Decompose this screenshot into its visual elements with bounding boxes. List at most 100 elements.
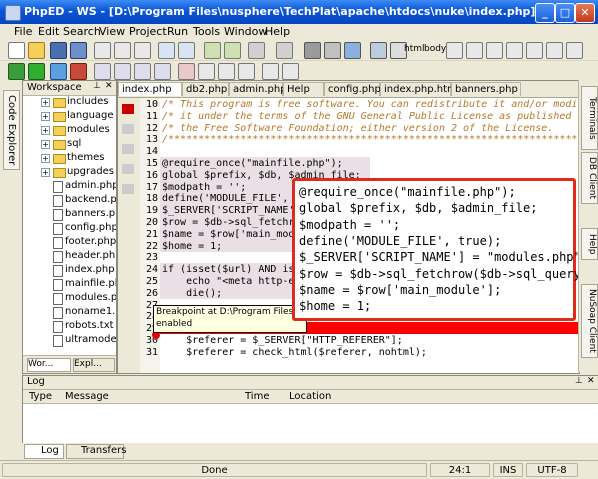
editor-tab[interactable]: index.php: [118, 82, 182, 96]
code-line[interactable]: $referer = $_SERVER["HTTP_REFERER"];: [162, 335, 403, 346]
workspace-item[interactable]: index.php: [23, 264, 116, 277]
code-explorer-tab[interactable]: Code Explorer: [3, 90, 20, 171]
cut-icon[interactable]: [94, 42, 111, 59]
save-all-icon[interactable]: [70, 42, 87, 59]
preview-icon[interactable]: [370, 42, 387, 59]
transfers-tab[interactable]: Transfers: [66, 444, 126, 459]
debug-icon[interactable]: [28, 63, 45, 80]
menu-edit[interactable]: Edit: [38, 25, 59, 38]
locals-icon[interactable]: [218, 63, 235, 80]
close-panel-icon[interactable]: ✕: [105, 81, 113, 91]
db-client-tab[interactable]: DB Client: [581, 152, 598, 204]
close-button[interactable]: ✕: [575, 3, 595, 23]
help-tab[interactable]: Help: [581, 228, 598, 260]
nusoap-client-tab[interactable]: NuSoap Client: [581, 284, 598, 358]
paste-icon[interactable]: [134, 42, 151, 59]
code-line[interactable]: /* the Free Software Foundation; either …: [162, 123, 579, 134]
expand-icon[interactable]: +: [41, 126, 50, 135]
new-file-icon[interactable]: [8, 42, 25, 59]
menu-run[interactable]: Run: [167, 25, 188, 38]
editor-tab[interactable]: index.php.htm: [380, 82, 457, 96]
editor-tab[interactable]: Help: [283, 82, 324, 96]
undo-icon[interactable]: [158, 42, 175, 59]
col-message[interactable]: Message: [65, 391, 109, 402]
workspace-item[interactable]: modules.php: [23, 292, 116, 305]
menu-file[interactable]: File: [14, 25, 32, 38]
copy-icon[interactable]: [114, 42, 131, 59]
pin-icon[interactable]: ⊥: [93, 81, 101, 91]
tools-icon[interactable]: [304, 42, 321, 59]
menu-tools[interactable]: Tools: [193, 25, 220, 38]
menu-help[interactable]: Help: [265, 25, 290, 38]
expand-icon[interactable]: +: [41, 98, 50, 107]
pin-icon[interactable]: ⊥: [575, 376, 583, 386]
explorer-tab[interactable]: Expl...: [73, 358, 115, 372]
html-tag-button[interactable]: html: [404, 44, 425, 54]
code-line[interactable]: $referer = check_html($referer, nohtml);: [162, 347, 427, 358]
editor-tab[interactable]: admin.php *: [229, 82, 295, 96]
find-next-icon[interactable]: [224, 42, 241, 59]
close-panel-icon[interactable]: ✕: [587, 376, 595, 386]
expand-icon[interactable]: +: [41, 140, 50, 149]
expand-icon[interactable]: +: [41, 154, 50, 163]
workspace-item[interactable]: backend.php: [23, 194, 116, 207]
col-time[interactable]: Time: [245, 391, 269, 402]
workspace-tab[interactable]: Wor...: [27, 358, 71, 372]
editor-tab[interactable]: db2.php: [182, 82, 229, 96]
code-line[interactable]: die();: [162, 288, 222, 299]
terminals-tab[interactable]: Terminals: [581, 86, 598, 150]
code-line[interactable]: @require_once("mainfile.php");: [162, 158, 343, 169]
minimize-button[interactable]: _: [535, 3, 555, 23]
expand-icon[interactable]: +: [41, 168, 50, 177]
profiler-icon[interactable]: [282, 63, 299, 80]
step-out-icon[interactable]: [134, 63, 151, 80]
panel-icon[interactable]: [276, 42, 293, 59]
step-over-icon[interactable]: [114, 63, 131, 80]
log-tab[interactable]: Log: [24, 444, 64, 459]
stop-icon[interactable]: [70, 63, 87, 80]
run-icon[interactable]: [8, 63, 25, 80]
workspace-item[interactable]: + includes: [23, 96, 116, 109]
workspace-item[interactable]: noname1.php: [23, 306, 116, 319]
toggle-breakpoint-icon[interactable]: [178, 63, 195, 80]
format-tag-icon[interactable]: [546, 42, 563, 59]
output-icon[interactable]: [262, 63, 279, 80]
image-tag-icon[interactable]: [466, 42, 483, 59]
run-to-cursor-icon[interactable]: [154, 63, 171, 80]
code-line[interactable]: /* it under the terms of the GNU General…: [162, 111, 579, 122]
code-line[interactable]: $home = 1;: [162, 241, 222, 252]
save-icon[interactable]: [50, 42, 67, 59]
workspace-item[interactable]: footer.php: [23, 236, 116, 249]
publish-icon[interactable]: [344, 42, 361, 59]
workspace-item[interactable]: header.php: [23, 250, 116, 263]
menu-search[interactable]: Search: [63, 25, 101, 38]
step-into-icon[interactable]: [94, 63, 111, 80]
workspace-item[interactable]: robots.txt: [23, 320, 116, 333]
workspace-item[interactable]: mainfile.php: [23, 278, 116, 291]
watch-icon[interactable]: [198, 63, 215, 80]
pause-icon[interactable]: [50, 63, 67, 80]
code-line[interactable]: /***************************************…: [162, 134, 579, 145]
editor-tab[interactable]: banners.php: [451, 82, 521, 96]
more-tags-icon[interactable]: [566, 42, 583, 59]
form-tag-icon[interactable]: [506, 42, 523, 59]
code-line[interactable]: /* This program is free software. You ca…: [162, 99, 579, 110]
workspace-item[interactable]: + modules: [23, 124, 116, 137]
expand-icon[interactable]: +: [41, 112, 50, 121]
table-icon[interactable]: [446, 42, 463, 59]
code-line[interactable]: $modpath = '';: [162, 182, 246, 193]
workspace-item[interactable]: + language: [23, 110, 116, 123]
bookmark-icon[interactable]: [248, 42, 265, 59]
body-tag-button[interactable]: body: [424, 44, 446, 54]
find-icon[interactable]: [204, 42, 221, 59]
workspace-item[interactable]: ultramode.txt: [23, 334, 116, 347]
workspace-item[interactable]: config.php: [23, 222, 116, 235]
menu-view[interactable]: View: [99, 25, 125, 38]
workspace-item[interactable]: admin.php: [23, 180, 116, 193]
workspace-item[interactable]: + sql: [23, 138, 116, 151]
workspace-item[interactable]: + themes: [23, 152, 116, 165]
settings-icon[interactable]: [324, 42, 341, 59]
col-type[interactable]: Type: [29, 391, 52, 402]
maximize-button[interactable]: □: [555, 3, 575, 23]
open-folder-icon[interactable]: [28, 42, 45, 59]
